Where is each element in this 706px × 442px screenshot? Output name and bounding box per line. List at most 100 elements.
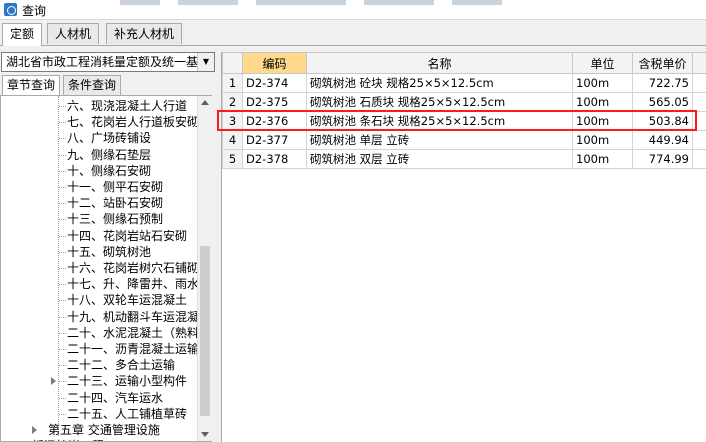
scrollbar-thumb[interactable] <box>200 246 210 416</box>
table-row[interactable]: 3 D2-376 砌筑树池 条石块 规格25×5×12.5cm 100m 503.84 <box>222 111 706 131</box>
tree-item[interactable]: 二十三、运输小型构件 <box>51 373 188 389</box>
tree-item-label: 二十二、多合土运输 <box>67 358 176 373</box>
tree-connector <box>59 138 66 140</box>
cell-unit: 100m <box>572 111 633 131</box>
quota-table: 编码 名称 单位 含税单价 1 D2-374 砌筑树池 砼块 规格25×5×12.5… <box>222 52 706 169</box>
cell-code: D2-375 <box>242 92 307 112</box>
cell-code: D2-378 <box>242 149 307 169</box>
tree-item[interactable]: 二十五、人工铺植草砖 <box>59 406 188 422</box>
scroll-down-arrow-icon[interactable] <box>201 432 209 437</box>
tree-connector <box>59 170 66 172</box>
tab-supplementary-labor-material-machine[interactable]: 补充人材机 <box>106 23 183 44</box>
tree-connector <box>59 106 66 107</box>
cell-price: 565.05 <box>632 92 693 112</box>
tree-guide-line <box>58 96 59 436</box>
tree-item[interactable]: 六、现浇混凝土人行道 <box>59 98 188 114</box>
cell-unit: 100m <box>572 130 633 150</box>
tree-connector <box>59 397 66 399</box>
column-header-code[interactable]: 编码 <box>242 52 307 74</box>
tree-item-label: 第五章 交通管理设施 <box>48 423 160 437</box>
tree-item[interactable]: 第五章 交通管理设施 <box>32 422 160 438</box>
cell-next <box>692 149 706 169</box>
tree-item-label: 十六、花岗岩树穴石铺砌 <box>67 261 200 275</box>
tree-item[interactable]: 二十一、沥青混凝土运输 <box>59 341 200 357</box>
query-mode-tabs: 章节查询 条件查询 <box>0 75 216 95</box>
scroll-up-arrow-icon[interactable] <box>201 100 209 105</box>
tree-item[interactable]: 十、侧缘石安砌 <box>59 163 152 179</box>
tab-quota[interactable]: 定额 <box>2 23 43 46</box>
column-header-name[interactable]: 名称 <box>306 52 573 74</box>
tree-connector <box>59 154 66 156</box>
tree-vertical-scrollbar[interactable] <box>197 96 212 441</box>
tree-item[interactable]: 十七、升、降雷井、雨水 <box>59 276 199 292</box>
tree-item-label: 九、侧缘石垫层 <box>67 147 152 162</box>
tree-item-label: 十一、侧平石安砌 <box>67 180 164 194</box>
column-header-tax-inclusive-price[interactable]: 含税单价 <box>632 52 693 74</box>
column-header-unit[interactable]: 单位 <box>572 52 633 74</box>
expand-arrow-icon[interactable] <box>51 377 56 386</box>
main-tabbar: 定额 人材机 补充人材机 <box>0 21 706 46</box>
column-header-next[interactable] <box>692 52 706 74</box>
tree-item[interactable]: 十八、双轮车运混凝土 <box>59 292 188 308</box>
tree-item[interactable]: 十三、侧缘石预制 <box>59 211 164 227</box>
tree-item-label: 二十四、汽车运水 <box>67 390 164 405</box>
tree-item[interactable]: 十九、机动翻斗车运混凝 <box>59 309 199 325</box>
tree-item-label: 二十三、运输小型构件 <box>67 374 188 389</box>
tree-item[interactable]: 十二、站卧石安砌 <box>59 195 163 211</box>
cell-price: 774.99 <box>632 149 693 169</box>
tree-connector <box>59 203 66 205</box>
tab-condition-query[interactable]: 条件查询 <box>63 75 122 95</box>
tab-labor-material-machine[interactable]: 人材机 <box>47 23 100 44</box>
tree-item-label: 十四、花岗岩站石安砌 <box>67 228 188 243</box>
chapter-tree: 六、现浇混凝土人行道 七、花岗岩人行道板安砌 八、广场砖铺设 九、侧缘石垫层 十、侧缘石… <box>0 95 212 442</box>
tree-connector <box>59 332 66 334</box>
expand-arrow-icon[interactable] <box>32 426 37 434</box>
cell-name: 砌筑树池 条石块 规格25×5×12.5cm <box>306 111 573 131</box>
tree-item[interactable]: 桥涵护岸工程 <box>32 438 104 441</box>
cell-name: 砌筑树池 双层 立砖 <box>306 149 573 169</box>
tree-item[interactable]: 十六、花岗岩树穴石铺砌 <box>59 260 200 276</box>
cell-price: 503.84 <box>632 111 693 131</box>
tree-item-label: 二十五、人工铺植草砖 <box>67 406 188 421</box>
tree-item-label: 十八、双轮车运混凝土 <box>67 293 188 308</box>
tree-item[interactable]: 十一、侧平石安砌 <box>59 179 164 195</box>
cell-code: D2-374 <box>242 73 307 93</box>
tree-item-label: 十、侧缘石安砌 <box>67 163 152 178</box>
tree-connector <box>59 284 66 286</box>
tree-connector <box>59 413 66 415</box>
query-app-icon <box>4 3 17 16</box>
tree-item[interactable]: 二十、水泥混凝土（熟料 <box>59 325 199 341</box>
tree-item[interactable]: 七、花岗岩人行道板安砌 <box>59 114 199 130</box>
left-panel: 湖北省市政工程消耗量定额及统一基 ▼ 章节查询 条件查询 六、现浇混凝土人行道七… <box>0 50 216 442</box>
tree-connector <box>59 268 66 269</box>
chevron-down-icon[interactable]: ▼ <box>197 53 214 71</box>
table-row[interactable]: 5 D2-378 砌筑树池 双层 立砖 100m 774.99 <box>222 149 706 169</box>
tree-item[interactable]: 十五、砌筑树池 <box>59 244 152 260</box>
quota-library-select[interactable]: 湖北省市政工程消耗量定额及统一基 ▼ <box>1 52 215 72</box>
table-row[interactable]: 1 D2-374 砌筑树池 砼块 规格25×5×12.5cm 100m 722.75 <box>222 73 706 93</box>
tree-item[interactable]: 二十二、多合土运输 <box>59 357 176 373</box>
tree-connector <box>59 235 66 237</box>
tree-item[interactable]: 九、侧缘石垫层 <box>59 147 152 163</box>
table-row[interactable]: 4 D2-377 砌筑树池 单层 立砖 100m 449.94 <box>222 130 706 150</box>
row-number: 4 <box>222 130 243 150</box>
tree-item-label: 十三、侧缘石预制 <box>67 212 164 227</box>
cell-unit: 100m <box>572 73 633 93</box>
cell-price: 449.94 <box>632 130 693 150</box>
table-row[interactable]: 2 D2-375 砌筑树池 石质块 规格25×5×12.5cm 100m 565.05 <box>222 92 706 112</box>
tree-item[interactable]: 八、广场砖铺设 <box>59 130 151 146</box>
tree-item[interactable]: 十四、花岗岩站石安砌 <box>59 228 188 244</box>
tree-item-label: 十五、砌筑树池 <box>67 244 152 259</box>
tree-item-label: 六、现浇混凝土人行道 <box>67 99 188 113</box>
tab-chapter-query[interactable]: 章节查询 <box>2 75 61 95</box>
tree-item-label: 二十一、沥青混凝土运输 <box>67 342 200 356</box>
cell-name: 砌筑树池 单层 立砖 <box>306 130 573 150</box>
cell-next <box>692 73 706 93</box>
cell-next <box>692 92 706 112</box>
tree-item[interactable]: 二十四、汽车运水 <box>59 390 164 406</box>
row-number: 3 <box>222 111 243 131</box>
cell-next <box>692 130 706 150</box>
cell-code: D2-377 <box>242 130 307 150</box>
row-number: 1 <box>222 73 243 93</box>
tree-connector <box>59 219 66 221</box>
